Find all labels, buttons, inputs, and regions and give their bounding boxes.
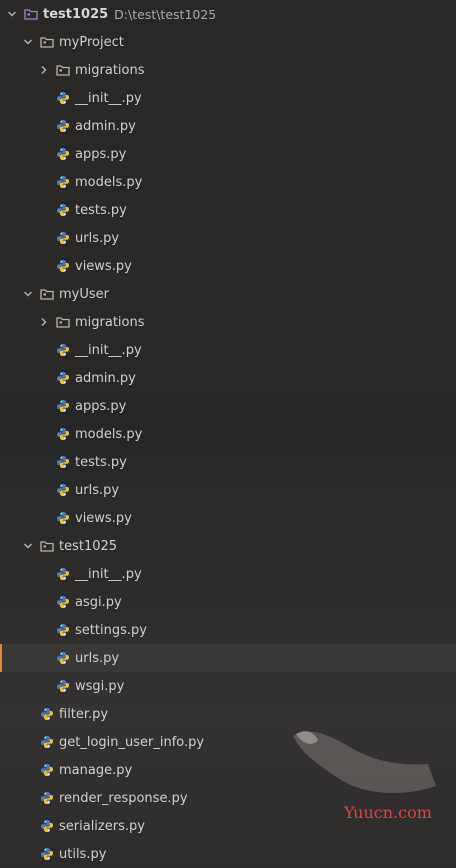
tree-item-label: test1025 [43,6,109,22]
tree-file-init-py[interactable]: __init__.py [0,560,456,588]
tree-item-label: views.py [75,510,132,526]
python-file-icon [56,203,70,217]
tree-item-label: __init__.py [75,566,142,582]
tree-item-label: myUser [59,286,109,302]
tree-item-label: render_response.py [59,790,188,806]
folder-icon [40,539,54,553]
watermark-text: Yuucn.com [344,803,432,822]
python-file-icon [56,399,70,413]
tree-item-label: serializers.py [59,818,145,834]
tree-item-label: models.py [75,426,143,442]
tree-folder-test1025[interactable]: test1025 D:\test\test1025 [0,0,456,28]
tree-folder-migrations[interactable]: migrations [0,308,456,336]
python-file-icon [40,819,54,833]
tree-file-utils-py[interactable]: utils.py [0,840,456,868]
tree-file-wsgi-py[interactable]: wsgi.py [0,672,456,700]
tree-item-label: manage.py [59,762,133,778]
chevron-down-icon[interactable] [6,8,18,20]
hand-shadow-overlay [293,731,436,793]
tree-item-label: admin.py [75,370,136,386]
python-file-icon [40,791,54,805]
tree-file-admin-py[interactable]: admin.py [0,112,456,140]
python-file-icon [40,763,54,777]
python-file-icon [56,231,70,245]
tree-file-settings-py[interactable]: settings.py [0,616,456,644]
python-file-icon [56,259,70,273]
python-file-icon [56,511,70,525]
python-file-icon [56,119,70,133]
chevron-down-icon[interactable] [22,540,34,552]
chevron-right-icon[interactable] [38,316,50,328]
tree-file-tests-py[interactable]: tests.py [0,196,456,224]
tree-item-label: settings.py [75,622,147,638]
tree-item-label: tests.py [75,202,127,218]
tree-file-models-py[interactable]: models.py [0,420,456,448]
tree-file-views-py[interactable]: views.py [0,504,456,532]
tree-item-label: models.py [75,174,143,190]
tree-file-init-py[interactable]: __init__.py [0,84,456,112]
python-file-icon [56,371,70,385]
tree-item-label: migrations [75,314,145,330]
tree-file-models-py[interactable]: models.py [0,168,456,196]
tree-file-asgi-py[interactable]: asgi.py [0,588,456,616]
tree-item-label: myProject [59,34,124,50]
python-file-icon [56,91,70,105]
folder-icon [56,315,70,329]
python-file-icon [56,175,70,189]
tree-item-label: __init__.py [75,90,142,106]
tree-file-apps-py[interactable]: apps.py [0,140,456,168]
tree-item-label: apps.py [75,146,127,162]
python-file-icon [40,707,54,721]
project-path: D:\test\test1025 [114,6,217,22]
python-file-icon [56,483,70,497]
folder-icon [56,63,70,77]
tree-item-label: views.py [75,258,132,274]
tree-item-label: wsgi.py [75,678,125,694]
python-file-icon [56,343,70,357]
tree-item-label: asgi.py [75,594,122,610]
tree-item-label: __init__.py [75,342,142,358]
python-file-icon [56,147,70,161]
python-file-icon [40,735,54,749]
tree-file-filter-py[interactable]: filter.py [0,700,456,728]
python-file-icon [56,567,70,581]
python-file-icon [56,651,70,665]
tree-file-urls-py[interactable]: urls.py [0,476,456,504]
tree-item-label: apps.py [75,398,127,414]
tree-file-apps-py[interactable]: apps.py [0,392,456,420]
python-file-icon [56,623,70,637]
chevron-down-icon[interactable] [22,36,34,48]
folder-icon [40,287,54,301]
tree-file-urls-py[interactable]: urls.py [0,224,456,252]
chevron-down-icon[interactable] [22,288,34,300]
tree-folder-test1025[interactable]: test1025 [0,532,456,560]
tree-file-tests-py[interactable]: tests.py [0,448,456,476]
tree-item-label: urls.py [75,230,120,246]
tree-file-admin-py[interactable]: admin.py [0,364,456,392]
folder-icon [40,35,54,49]
tree-item-label: utils.py [59,846,107,862]
tree-file-views-py[interactable]: views.py [0,252,456,280]
tree-item-label: filter.py [59,706,109,722]
tree-folder-myproject[interactable]: myProject [0,28,456,56]
root-folder-icon [24,7,38,21]
chevron-right-icon[interactable] [38,64,50,76]
python-file-icon [56,455,70,469]
python-file-icon [56,427,70,441]
tree-item-label: get_login_user_info.py [59,734,205,750]
tree-item-label: test1025 [59,538,118,554]
tree-folder-myuser[interactable]: myUser [0,280,456,308]
tree-file-init-py[interactable]: __init__.py [0,336,456,364]
python-file-icon [56,679,70,693]
tree-folder-migrations[interactable]: migrations [0,56,456,84]
python-file-icon [56,595,70,609]
tree-file-urls-py[interactable]: urls.py [0,644,456,672]
tree-item-label: urls.py [75,482,120,498]
tree-item-label: urls.py [75,650,120,666]
python-file-icon [40,847,54,861]
tree-item-label: admin.py [75,118,136,134]
tree-item-label: migrations [75,62,145,78]
tree-item-label: tests.py [75,454,127,470]
